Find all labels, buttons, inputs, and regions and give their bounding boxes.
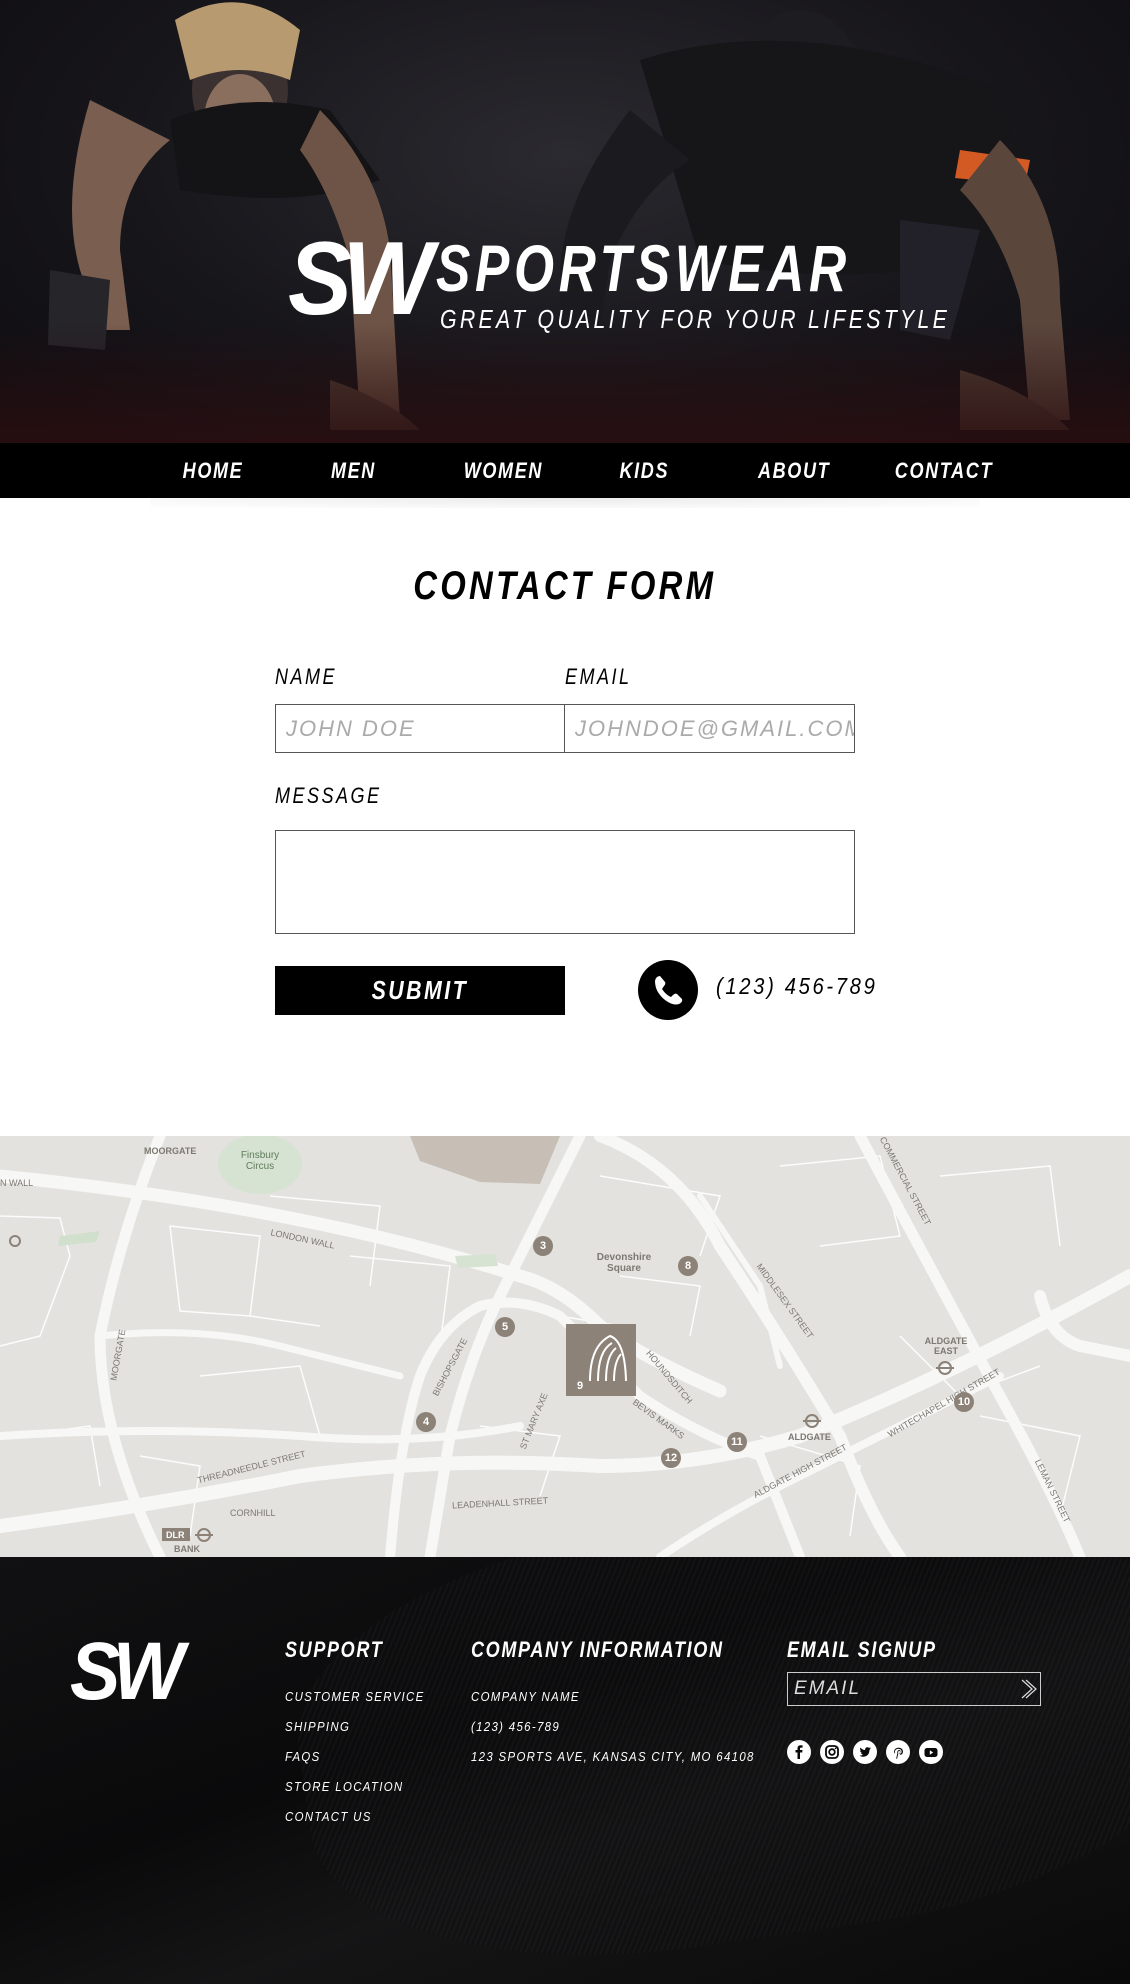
submit-button[interactable]: SUBMIT xyxy=(275,966,565,1015)
location-map[interactable]: MOORGATE Finsbury Circus N WALL LONDON W… xyxy=(0,1136,1130,1557)
map-pin-10[interactable]: 10 xyxy=(954,1392,974,1412)
map-pin-12[interactable]: 12 xyxy=(661,1448,681,1468)
facebook-icon[interactable] xyxy=(787,1740,811,1764)
footer-email-input[interactable] xyxy=(787,1672,1041,1706)
footer-link-customer-service[interactable]: CUSTOMER SERVICE xyxy=(285,1689,425,1704)
nav-kids[interactable]: KIDS xyxy=(619,443,669,498)
map-label-wall-left: N WALL xyxy=(0,1178,34,1188)
map-label-finsbury-circus: Finsbury Circus xyxy=(240,1150,280,1172)
footer-company-phone: (123) 456-789 xyxy=(471,1719,561,1734)
map-pin-11[interactable]: 11 xyxy=(727,1432,747,1452)
contact-phone: (123) 456-789 xyxy=(716,973,878,999)
main-nav: HOME MEN WOMEN KIDS ABOUT CONTACT xyxy=(0,443,1130,498)
nav-shadow xyxy=(150,498,980,508)
nav-home[interactable]: HOME xyxy=(183,443,244,498)
instagram-icon[interactable] xyxy=(820,1740,844,1764)
map-pin-8[interactable]: 8 xyxy=(678,1256,698,1276)
map-label-devonshire-square: Devonshire Square xyxy=(596,1252,652,1274)
name-input[interactable] xyxy=(275,704,566,753)
pinterest-icon[interactable] xyxy=(886,1740,910,1764)
brand-name: SPORTSWEAR xyxy=(436,231,851,305)
footer-company-name: COMPANY NAME xyxy=(471,1689,580,1704)
message-label: MESSAGE xyxy=(275,783,382,808)
contact-form-title: CONTACT FORM xyxy=(413,564,717,608)
map-pin-9[interactable]: 9 xyxy=(570,1376,590,1396)
brand-tagline: GREAT QUALITY FOR YOUR LIFESTYLE xyxy=(440,304,951,334)
footer-support-heading: SUPPORT xyxy=(285,1637,384,1662)
map-pin-5[interactable]: 5 xyxy=(495,1317,515,1337)
footer-logo[interactable]: SW xyxy=(70,1628,184,1716)
youtube-icon[interactable] xyxy=(919,1740,943,1764)
nav-women[interactable]: WOMEN xyxy=(464,443,543,498)
nav-about[interactable]: ABOUT xyxy=(758,443,830,498)
footer-link-shipping[interactable]: SHIPPING xyxy=(285,1719,350,1734)
map-label-bank: BANK xyxy=(174,1544,200,1554)
footer xyxy=(0,1557,1130,1984)
footer-company-address: 123 SPORTS AVE, KANSAS CITY, MO 64108 xyxy=(471,1749,755,1764)
hero-logo[interactable]: SW xyxy=(288,224,433,334)
twitter-icon[interactable] xyxy=(853,1740,877,1764)
phone-icon xyxy=(638,960,698,1020)
hero-banner: SW SPORTSWEAR GREAT QUALITY FOR YOUR LIF… xyxy=(0,0,1130,443)
footer-carbon-texture xyxy=(275,1557,1130,1984)
hero-floor-shade xyxy=(0,323,1130,443)
footer-link-faqs[interactable]: FAQS xyxy=(285,1749,321,1764)
map-pin-4[interactable]: 4 xyxy=(416,1412,436,1432)
email-label: EMAIL xyxy=(565,664,632,689)
map-label-aldgate-east: ALDGATE EAST xyxy=(924,1336,968,1356)
message-textarea[interactable] xyxy=(275,830,855,934)
nav-men[interactable]: MEN xyxy=(331,443,376,498)
footer-company-heading: COMPANY INFORMATION xyxy=(471,1637,724,1662)
map-pin-3[interactable]: 3 xyxy=(533,1236,553,1256)
footer-link-store-location[interactable]: STORE LOCATION xyxy=(285,1779,403,1794)
footer-signup-heading: EMAIL SIGNUP xyxy=(787,1637,937,1662)
map-label-dlr: DLR xyxy=(166,1530,185,1540)
name-label: NAME xyxy=(275,664,337,689)
email-input[interactable] xyxy=(564,704,855,753)
chevron-right-icon[interactable] xyxy=(1018,1677,1038,1701)
map-label-cornhill: CORNHILL xyxy=(230,1508,276,1518)
nav-contact[interactable]: CONTACT xyxy=(895,443,993,498)
footer-link-contact-us[interactable]: CONTACT US xyxy=(285,1809,372,1824)
map-label-moorgate: MOORGATE xyxy=(144,1146,197,1156)
map-label-aldgate: ALDGATE xyxy=(788,1432,831,1442)
